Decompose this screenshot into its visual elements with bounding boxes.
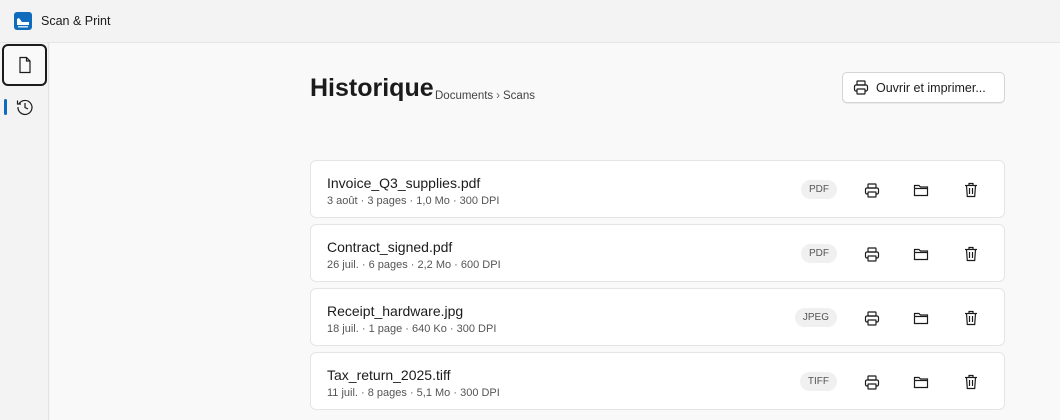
folder-icon — [913, 311, 929, 325]
open-folder-button[interactable] — [909, 178, 933, 202]
print-button[interactable] — [860, 306, 884, 330]
printer-icon — [864, 374, 880, 390]
print-button[interactable] — [860, 242, 884, 266]
breadcrumb-item-documents[interactable]: Documents — [435, 90, 493, 102]
title-bar: Scan & Print — [0, 0, 1060, 43]
print-button[interactable] — [860, 178, 884, 202]
nav-documents-button[interactable] — [2, 44, 47, 86]
breadcrumb: Documents › Scans — [435, 90, 535, 102]
app-title: Scan & Print — [41, 14, 111, 28]
delete-button[interactable] — [959, 370, 983, 394]
file-type-badge: JPEG — [794, 308, 837, 327]
printer-icon — [864, 182, 880, 198]
trash-icon — [964, 182, 978, 198]
folder-icon — [913, 183, 929, 197]
open-and-print-button[interactable]: Ouvrir et imprimer... — [842, 72, 1005, 103]
page-title: Historique — [310, 74, 434, 102]
trash-icon — [964, 374, 978, 390]
printer-icon — [864, 310, 880, 326]
file-details: 3 août · 3 pages · 1,0 Mo · 300 DPI — [327, 195, 500, 207]
open-folder-button[interactable] — [909, 306, 933, 330]
file-type-badge: TIFF — [799, 372, 837, 391]
open-folder-button[interactable] — [909, 370, 933, 394]
file-name: Invoice_Q3_supplies.pdf — [327, 175, 481, 191]
open-and-print-label: Ouvrir et imprimer... — [876, 80, 986, 95]
file-name: Tax_return_2025.tiff — [327, 367, 451, 383]
delete-button[interactable] — [959, 242, 983, 266]
main-content: Historique Documents › Scans Ouvrir et imp… — [50, 43, 1060, 420]
navigation-rail — [0, 43, 49, 420]
printer-icon — [853, 80, 869, 95]
nav-history-button[interactable] — [2, 88, 47, 126]
file-details: 18 juil. · 1 page · 640 Ko · 300 DPI — [327, 323, 497, 335]
file-type-badge: PDF — [801, 180, 837, 199]
trash-icon — [964, 246, 978, 262]
file-type-badge: PDF — [801, 244, 837, 263]
breadcrumb-separator: › — [496, 90, 501, 102]
list-item[interactable]: Invoice_Q3_supplies.pdf 3 août · 3 pages… — [310, 160, 1005, 218]
print-button[interactable] — [860, 370, 884, 394]
printer-icon — [864, 246, 880, 262]
breadcrumb-item-scans[interactable]: Scans — [503, 90, 535, 102]
scanner-app-icon — [14, 12, 32, 30]
folder-icon — [913, 375, 929, 389]
file-details: 11 juil. · 8 pages · 5,1 Mo · 300 DPI — [327, 387, 500, 399]
list-item[interactable]: Tax_return_2025.tiff 11 juil. · 8 pages … — [310, 352, 1005, 410]
delete-button[interactable] — [959, 306, 983, 330]
list-item[interactable]: Contract_signed.pdf 26 juil. · 6 pages ·… — [310, 224, 1005, 282]
document-icon — [17, 56, 33, 74]
open-folder-button[interactable] — [909, 242, 933, 266]
list-item[interactable]: Receipt_hardware.jpg 18 juil. · 1 page ·… — [310, 288, 1005, 346]
file-name: Receipt_hardware.jpg — [327, 303, 464, 319]
delete-button[interactable] — [959, 178, 983, 202]
folder-icon — [913, 247, 929, 261]
history-icon — [15, 97, 35, 117]
file-name: Contract_signed.pdf — [327, 239, 453, 255]
trash-icon — [964, 310, 978, 326]
scan-history-list: Invoice_Q3_supplies.pdf 3 août · 3 pages… — [310, 160, 1005, 416]
file-details: 26 juil. · 6 pages · 2,2 Mo · 600 DPI — [327, 259, 501, 271]
